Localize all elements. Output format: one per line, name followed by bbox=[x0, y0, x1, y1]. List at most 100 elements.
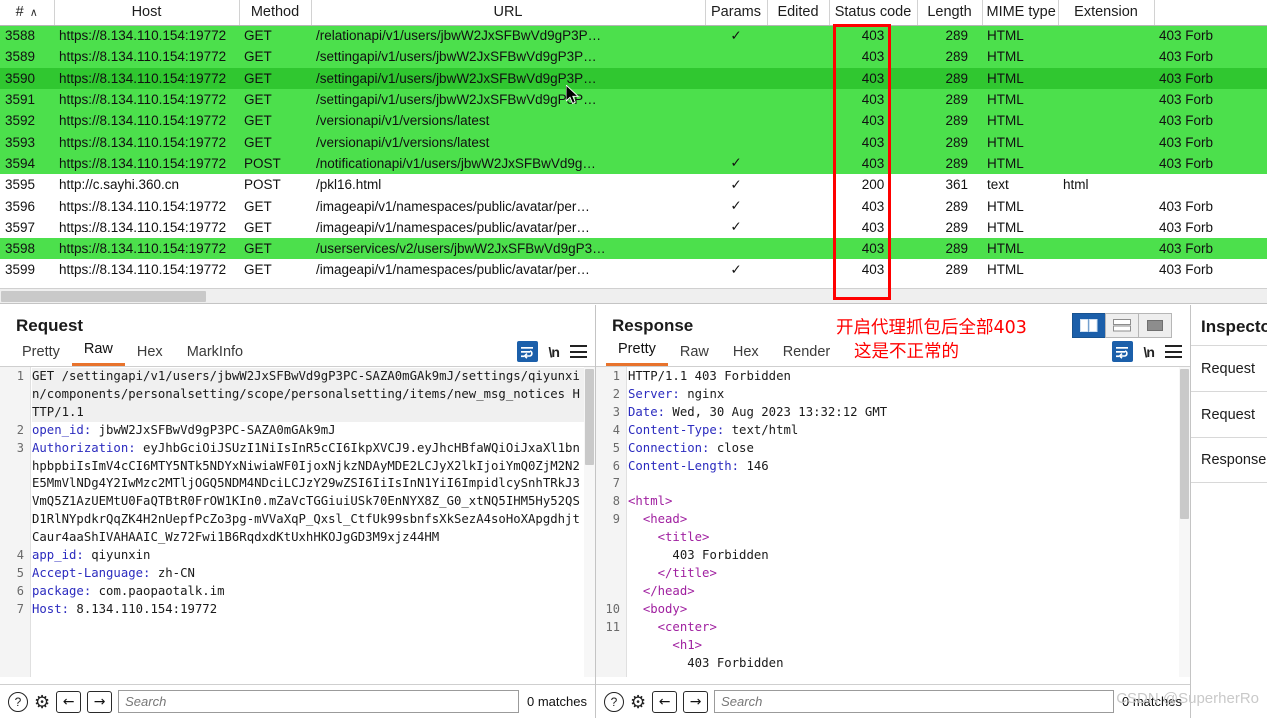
cell-edited bbox=[767, 88, 829, 111]
cell-length: 289 bbox=[917, 152, 982, 175]
tab-request-markinfo[interactable]: MarkInfo bbox=[175, 342, 255, 366]
cell-params: ✓ bbox=[705, 216, 767, 238]
code-line: 6 package: com.paopaotalk.im bbox=[17, 583, 585, 601]
cell-edited bbox=[767, 25, 829, 47]
scrollbar-thumb[interactable] bbox=[1, 291, 206, 302]
request-editor[interactable]: 1 GET /settingapi/v1/users/jbwW2JxSFBwVd9… bbox=[0, 367, 595, 677]
cell-status-code: 403 bbox=[829, 195, 917, 217]
cell-mime-type: HTML bbox=[982, 216, 1058, 238]
request-code-text[interactable]: 1 GET /settingapi/v1/users/jbwW2JxSFBwVd9… bbox=[17, 367, 585, 677]
tab-response-pretty[interactable]: Pretty bbox=[606, 339, 668, 366]
help-icon[interactable]: ? bbox=[604, 691, 624, 712]
response-editor[interactable]: 1 HTTP/1.1 403 Forbidden 2 Server: nginx 3 Da… bbox=[596, 367, 1190, 677]
header-name: package: bbox=[32, 583, 92, 598]
column-header-host[interactable]: Host bbox=[54, 0, 240, 26]
request-vertical-scrollbar[interactable] bbox=[584, 367, 595, 677]
cell-title: 403 Forb bbox=[1154, 237, 1267, 260]
cell-method: GET bbox=[239, 216, 311, 238]
show-non-printable-chars-icon[interactable]: \n bbox=[1144, 344, 1155, 360]
scrollbar-thumb[interactable] bbox=[585, 369, 594, 465]
tab-response-hex[interactable]: Hex bbox=[721, 342, 771, 366]
column-header-length[interactable]: Length bbox=[917, 0, 983, 26]
table-horizontal-scrollbar[interactable] bbox=[0, 288, 1267, 303]
gear-icon[interactable]: ⚙ bbox=[630, 693, 646, 711]
show-non-printable-chars-icon[interactable]: \n bbox=[549, 344, 560, 360]
table-row[interactable]: 3589 https://8.134.110.154:19772 GET/setti… bbox=[0, 46, 1267, 68]
response-tab-tools: \n bbox=[1111, 341, 1182, 362]
cell-extension bbox=[1058, 25, 1154, 47]
cell-url: /notificationapi/v1/users/jbwW2JxSFBwVd9… bbox=[311, 152, 705, 175]
inspector-section-request-attributes[interactable]: Request bbox=[1191, 345, 1267, 391]
table-row[interactable]: 3595 http://c.sayhi.360.cn POST/pkl16.html… bbox=[0, 174, 1267, 196]
column-header-method[interactable]: Method bbox=[239, 0, 312, 26]
header-value: com.paopaotalk.im bbox=[91, 583, 225, 598]
word-wrap-icon[interactable] bbox=[1111, 341, 1133, 362]
cell-number: 3596 bbox=[0, 195, 54, 217]
scrollbar-thumb[interactable] bbox=[1180, 369, 1189, 519]
http-history-table[interactable]: # ∧ Host Method URL Params Edited Status … bbox=[0, 0, 1267, 304]
cell-title: 403 Forb bbox=[1154, 88, 1267, 111]
tab-response-raw[interactable]: Raw bbox=[668, 342, 721, 366]
hamburger-menu-icon[interactable] bbox=[1165, 345, 1182, 358]
column-header-number[interactable]: # ∧ bbox=[0, 0, 55, 26]
table-row[interactable]: 3599 https://8.134.110.154:19772 GET/image… bbox=[0, 259, 1267, 281]
column-header-params[interactable]: Params bbox=[705, 0, 768, 26]
column-header-mime-type[interactable]: MIME type bbox=[982, 0, 1059, 26]
tab-request-raw[interactable]: Raw bbox=[71, 339, 125, 366]
search-next-button[interactable]: → bbox=[87, 690, 113, 713]
layout-side-by-side-button[interactable] bbox=[1072, 313, 1106, 338]
cell-params: ✓ bbox=[705, 152, 767, 175]
inspector-section-request-headers[interactable]: Request bbox=[1191, 391, 1267, 437]
help-icon[interactable]: ? bbox=[8, 691, 28, 712]
column-header-title[interactable] bbox=[1154, 0, 1267, 26]
table-row[interactable]: 3594 https://8.134.110.154:19772 POST/noti… bbox=[0, 152, 1267, 175]
response-code-text[interactable]: 1 HTTP/1.1 403 Forbidden 2 Server: nginx 3 Da… bbox=[606, 367, 1180, 677]
html-tag: <html> bbox=[628, 494, 673, 509]
cell-length: 289 bbox=[917, 131, 982, 153]
gear-icon[interactable]: ⚙ bbox=[34, 693, 50, 711]
cell-params bbox=[705, 67, 767, 89]
cell-number: 3593 bbox=[0, 131, 54, 153]
table-row[interactable]: 3590 https://8.134.110.154:19772 GET/setti… bbox=[0, 67, 1267, 89]
tab-request-pretty[interactable]: Pretty bbox=[10, 342, 72, 366]
header-name: Date: bbox=[628, 404, 666, 419]
header-name: Accept-Language: bbox=[32, 565, 151, 580]
cell-host: https://8.134.110.154:19772 bbox=[54, 88, 239, 111]
column-header-edited[interactable]: Edited bbox=[767, 0, 830, 26]
hamburger-menu-icon[interactable] bbox=[570, 345, 587, 358]
column-header-status-code[interactable]: Status code bbox=[829, 0, 918, 26]
tab-response-render[interactable]: Render bbox=[771, 342, 843, 366]
table-row[interactable]: 3591 https://8.134.110.154:19772 GET/setti… bbox=[0, 88, 1267, 111]
request-search-input[interactable]: Search bbox=[118, 690, 520, 713]
search-next-button[interactable]: → bbox=[683, 690, 709, 713]
response-vertical-scrollbar[interactable] bbox=[1179, 367, 1190, 677]
response-search-input[interactable]: Search bbox=[714, 690, 1115, 713]
table-row[interactable]: 3588 https://8.134.110.154:19772 GET/relat… bbox=[0, 25, 1267, 47]
table-row[interactable]: 3596 https://8.134.110.154:19772 GET/image… bbox=[0, 195, 1267, 217]
cell-host: https://8.134.110.154:19772 bbox=[54, 46, 239, 68]
search-previous-button[interactable]: ← bbox=[652, 690, 678, 713]
layout-single-button[interactable] bbox=[1138, 313, 1172, 338]
layout-stacked-button[interactable] bbox=[1105, 313, 1139, 338]
search-previous-button[interactable]: ← bbox=[56, 690, 82, 713]
cell-status-code: 403 bbox=[829, 25, 917, 47]
table-row[interactable]: 3598 https://8.134.110.154:19772 GET/users… bbox=[0, 237, 1267, 260]
code-line: 6 Content-Length: 146 bbox=[613, 458, 1180, 476]
column-header-extension[interactable]: Extension bbox=[1058, 0, 1155, 26]
requests-table: # ∧ Host Method URL Params Edited Status … bbox=[0, 0, 1267, 281]
cell-host: https://8.134.110.154:19772 bbox=[54, 110, 239, 132]
column-header-url[interactable]: URL bbox=[311, 0, 706, 26]
word-wrap-icon[interactable] bbox=[516, 341, 538, 362]
table-row[interactable]: 3597 https://8.134.110.154:19772 GET/image… bbox=[0, 216, 1267, 238]
cell-mime-type: HTML bbox=[982, 88, 1058, 111]
table-row[interactable]: 3592 https://8.134.110.154:19772 GET/versi… bbox=[0, 110, 1267, 132]
inspector-section-response-headers[interactable]: Response bbox=[1191, 437, 1267, 483]
tab-request-hex[interactable]: Hex bbox=[125, 342, 175, 366]
table-row[interactable]: 3593 https://8.134.110.154:19772 GET/versi… bbox=[0, 131, 1267, 153]
line-number: 8 bbox=[612, 494, 620, 509]
html-text: 403 Forbidden bbox=[672, 548, 769, 563]
